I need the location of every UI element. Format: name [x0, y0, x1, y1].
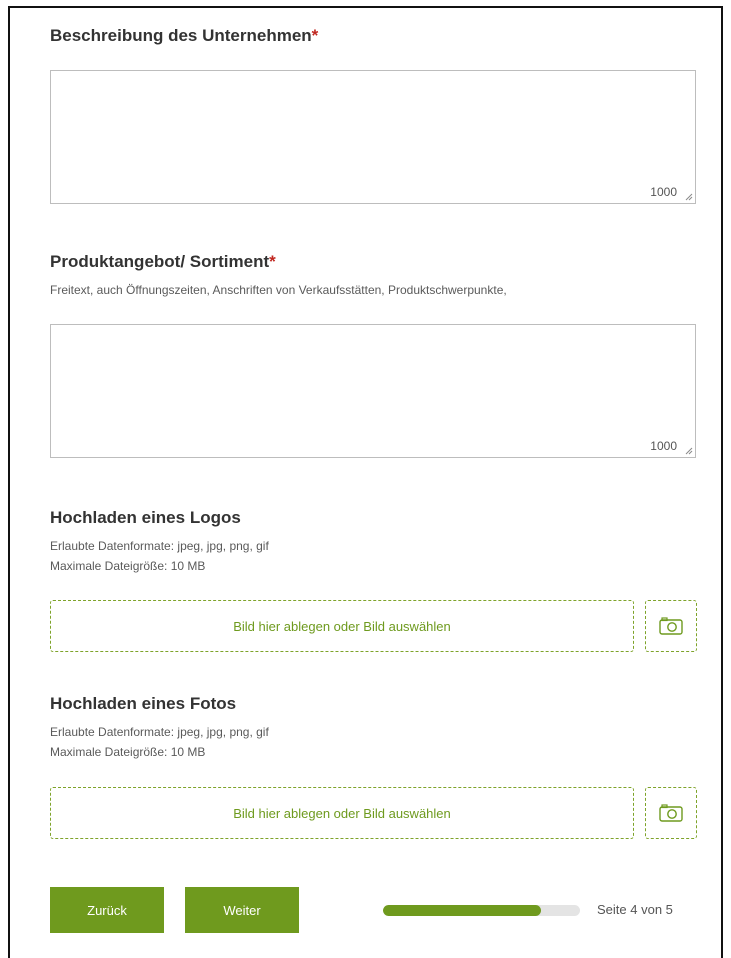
photo-max-size-hint: Maximale Dateigröße: 10 MB [50, 745, 206, 759]
photo-camera-button[interactable] [645, 787, 697, 839]
character-counter: 1000 [650, 439, 677, 453]
character-counter: 1000 [650, 185, 677, 199]
resize-grip-icon[interactable] [683, 445, 693, 455]
dropzone-text: Bild hier ablegen oder Bild auswählen [233, 805, 451, 821]
photo-dropzone[interactable]: Bild hier ablegen oder Bild auswählen [50, 787, 634, 839]
progress-fill [383, 905, 541, 916]
back-button[interactable]: Zurück [50, 887, 164, 933]
logo-max-size-hint: Maximale Dateigröße: 10 MB [50, 559, 206, 573]
dropzone-text: Bild hier ablegen oder Bild auswählen [233, 618, 451, 634]
resize-grip-icon[interactable] [683, 191, 693, 201]
logo-camera-button[interactable] [645, 600, 697, 652]
photo-formats-hint: Erlaubte Datenformate: jpeg, jpg, png, g… [50, 725, 269, 739]
description-label: Beschreibung des Unternehmen* [50, 26, 319, 45]
progress-bar [383, 905, 580, 916]
camera-icon [659, 804, 683, 822]
page-indicator: Seite 4 von 5 [597, 902, 673, 917]
photo-upload-label: Hochladen eines Fotos [50, 694, 237, 713]
products-hint: Freitext, auch Öffnungszeiten, Anschrift… [50, 283, 507, 297]
required-mark: * [269, 252, 276, 271]
logo-upload-label: Hochladen eines Logos [50, 508, 241, 527]
products-textarea[interactable]: 1000 [50, 324, 696, 458]
products-label: Produktangebot/ Sortiment* [50, 252, 276, 271]
camera-icon [659, 617, 683, 635]
description-textarea[interactable]: 1000 [50, 70, 696, 204]
next-button[interactable]: Weiter [185, 887, 299, 933]
required-mark: * [311, 26, 319, 45]
logo-dropzone[interactable]: Bild hier ablegen oder Bild auswählen [50, 600, 634, 652]
logo-formats-hint: Erlaubte Datenformate: jpeg, jpg, png, g… [50, 539, 269, 553]
